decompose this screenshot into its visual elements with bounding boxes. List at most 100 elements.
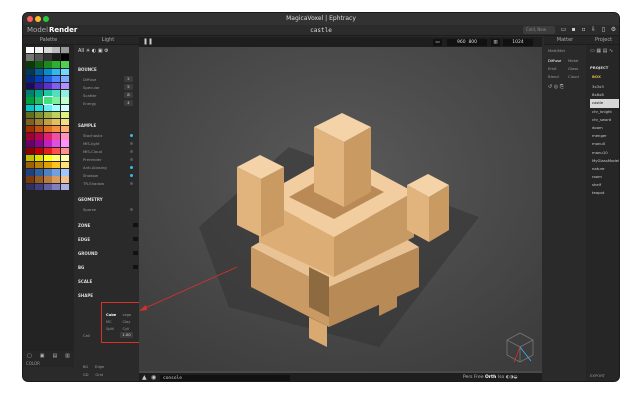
palette-swatch[interactable] [61, 111, 70, 119]
project-item[interactable]: MyGlassModel [590, 157, 619, 165]
palette-swatch[interactable] [61, 54, 70, 61]
project-item[interactable]: teapot [590, 189, 619, 197]
bounce-value[interactable]: 4 [124, 100, 133, 106]
palette-swatch[interactable] [43, 111, 52, 119]
project-item[interactable]: 3x3x3 [590, 83, 619, 91]
palette-swatch[interactable] [61, 104, 70, 111]
project-toolbar-icons[interactable]: ▭ ▦ ▤ ∿ [590, 48, 613, 54]
palette-swatch[interactable] [26, 47, 34, 54]
palette-swatch[interactable] [34, 183, 43, 190]
sample-row[interactable]: Prerender [83, 157, 139, 162]
palette-swatch[interactable] [43, 90, 52, 97]
palette-swatch[interactable] [43, 169, 52, 176]
toggle-dot[interactable] [130, 142, 133, 145]
palette-swatch[interactable] [34, 176, 43, 183]
palette-swatch[interactable] [43, 47, 52, 54]
palette-swatch[interactable] [52, 133, 61, 140]
camera-icon[interactable]: ◉ [151, 374, 156, 381]
palette-swatch[interactable] [26, 111, 34, 119]
cam-iso[interactable]: Iso [498, 375, 504, 380]
open-folder-icon[interactable]: ▭ [560, 26, 567, 34]
palette-swatch[interactable] [34, 126, 43, 133]
section-shape[interactable]: SHAPE [78, 293, 93, 298]
gear-icon[interactable]: ⚙ [610, 26, 617, 34]
palette-swatch[interactable] [52, 111, 61, 119]
palette-swatch[interactable] [26, 118, 34, 126]
palette-swatch[interactable] [34, 90, 43, 97]
pause-icon[interactable]: ❚❚ [143, 38, 153, 45]
sample-row[interactable]: Stochastic [83, 133, 139, 138]
resolution-field[interactable]: 960 800 [447, 39, 487, 46]
palette-swatch[interactable] [52, 90, 61, 97]
palette-swatch[interactable] [43, 104, 52, 111]
search-input[interactable]: Cold, New [523, 26, 555, 34]
palette-swatch[interactable] [52, 147, 61, 155]
toggle-dot[interactable] [130, 208, 133, 211]
palette-swatch[interactable] [52, 169, 61, 176]
palette-swatch[interactable] [26, 82, 34, 90]
palette-swatch[interactable] [43, 68, 52, 75]
palette-swatch[interactable] [43, 147, 52, 155]
palette-swatch[interactable] [34, 140, 43, 147]
section-scale[interactable]: SCALE [78, 279, 92, 284]
palette-swatch[interactable] [61, 47, 70, 54]
light-tabs[interactable]: All ☀ ◐ ▣ ⚙ [78, 48, 109, 54]
palette-swatch[interactable] [26, 90, 34, 97]
palette-swatch[interactable] [52, 118, 61, 126]
palette-swatch[interactable] [52, 61, 61, 68]
matter-type-cloud[interactable]: Cloud [568, 74, 579, 79]
toggle-dot[interactable] [130, 182, 133, 185]
palette-swatch[interactable] [34, 133, 43, 140]
palette-swatch[interactable] [26, 133, 34, 140]
palette-swatch[interactable] [61, 147, 70, 155]
section-geometry[interactable]: GEOMETRY [78, 197, 103, 202]
cam-orth[interactable]: Orth [485, 375, 496, 380]
palette-swatch[interactable] [52, 75, 61, 83]
geometry-row[interactable]: Sparse [83, 207, 139, 212]
cam-free[interactable]: Free [474, 375, 484, 380]
palette-swatch[interactable] [34, 97, 43, 104]
palette-swatch[interactable] [26, 140, 34, 147]
palette-swatch[interactable] [61, 126, 70, 133]
palette-swatch[interactable] [34, 118, 43, 126]
orientation-cube-icon[interactable] [505, 331, 535, 365]
project-item[interactable]: nature [590, 165, 619, 173]
console-input[interactable]: console [160, 375, 290, 381]
palette-swatch[interactable] [52, 176, 61, 183]
palette-swatch[interactable] [52, 68, 61, 75]
project-item[interactable]: doom [590, 124, 619, 132]
matter-actions[interactable]: ↺ ◎ ⎘ [548, 84, 564, 90]
matter-type-glass[interactable]: Glass [568, 66, 578, 71]
palette-swatch[interactable] [43, 82, 52, 90]
palette-swatch[interactable] [34, 68, 43, 75]
palette-swatch[interactable] [26, 54, 34, 61]
camera-settings-icon[interactable]: ◐◑◒ [506, 375, 518, 380]
toggle-dot[interactable] [130, 150, 133, 153]
bounce-value[interactable]: 8 [124, 92, 133, 98]
matter-type-diffuse[interactable]: Diffuse [548, 58, 561, 63]
section-zone[interactable]: ZONE [78, 223, 90, 228]
palette-swatch[interactable] [34, 61, 43, 68]
export-icon[interactable]: ⇩ [590, 26, 597, 34]
tab-gd[interactable]: GD [83, 373, 89, 377]
sample-row[interactable]: TR-Shadow [83, 181, 139, 186]
project-group[interactable]: PROJECT [590, 65, 608, 70]
palette-swatch[interactable] [43, 61, 52, 68]
project-item[interactable]: castle [590, 99, 619, 108]
project-item[interactable]: chr_sword [590, 116, 619, 124]
palette-swatch[interactable] [61, 61, 70, 68]
section-ground[interactable]: GROUND [78, 251, 98, 256]
palette-swatch[interactable] [43, 140, 52, 147]
palette-swatch[interactable] [52, 97, 61, 104]
matter-tab[interactable]: Matt/Met [548, 48, 565, 53]
project-item[interactable]: menger [590, 132, 619, 140]
palette-swatch[interactable] [52, 154, 61, 162]
palette-swatch[interactable] [52, 140, 61, 147]
sample-row[interactable]: MIS-Cloud [83, 149, 139, 154]
ground-swatch[interactable] [133, 251, 138, 255]
document-icon[interactable]: ▯ [600, 26, 607, 34]
palette-swatch[interactable] [34, 82, 43, 90]
palette-swatch[interactable] [26, 104, 34, 111]
cam-pers[interactable]: Pers [463, 375, 473, 380]
palette-swatch[interactable] [52, 82, 61, 90]
